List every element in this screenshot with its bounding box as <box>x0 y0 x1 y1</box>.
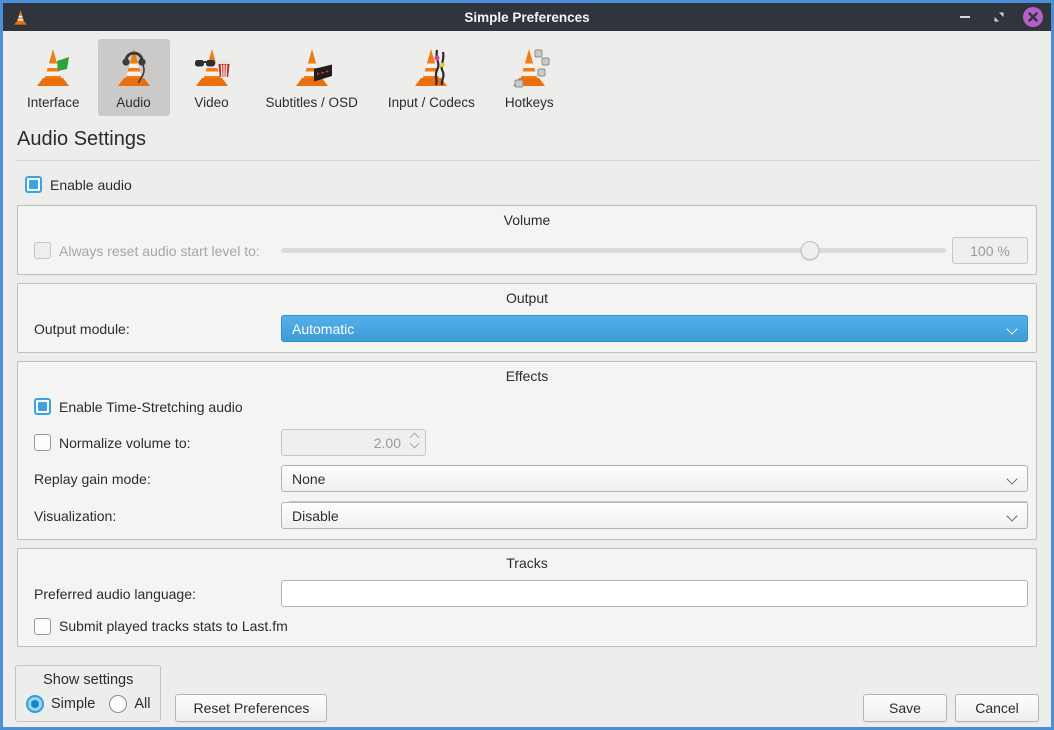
toolbar-item-interface[interactable]: Interface <box>15 39 92 116</box>
preferred-language-label: Preferred audio language: <box>34 586 196 602</box>
normalize-volume-spinbox[interactable]: 2.00 <box>281 429 426 456</box>
close-icon <box>1028 12 1038 22</box>
radio-all[interactable]: All <box>109 695 150 713</box>
chevron-down-icon <box>1006 473 1017 484</box>
volume-slider[interactable] <box>281 237 946 264</box>
output-group: Output Output module: Automatic <box>17 283 1037 353</box>
spinner-arrows-icon[interactable] <box>411 434 418 447</box>
checkbox-icon <box>34 618 51 635</box>
normalize-volume-value: 2.00 <box>374 435 401 451</box>
radio-simple[interactable]: Simple <box>26 695 95 713</box>
radio-all-label: All <box>134 696 150 712</box>
lastfm-checkbox[interactable]: Submit played tracks stats to Last.fm <box>26 618 288 635</box>
toolbar-item-label: Audio <box>116 95 151 110</box>
visualization-label: Visualization: <box>34 508 116 524</box>
normalize-volume-label: Normalize volume to: <box>59 435 191 451</box>
close-button[interactable] <box>1023 7 1043 27</box>
toolbar-item-label: Input / Codecs <box>388 95 475 110</box>
enable-audio-checkbox[interactable]: Enable audio <box>25 176 1039 193</box>
replay-gain-dropdown[interactable]: None <box>281 465 1028 492</box>
toolbar-item-label: Video <box>194 95 228 110</box>
chevron-down-icon <box>1006 323 1017 334</box>
reset-volume-checkbox[interactable]: Always reset audio start level to: <box>34 242 281 259</box>
checkbox-icon <box>34 398 51 415</box>
radio-icon <box>109 695 127 713</box>
volume-group: Volume Always reset audio start level to… <box>17 205 1037 275</box>
enable-audio-label: Enable audio <box>50 177 132 193</box>
window-title: Simple Preferences <box>3 10 1051 25</box>
output-module-dropdown[interactable]: Automatic <box>281 315 1028 342</box>
visualization-dropdown[interactable]: Disable <box>281 502 1028 529</box>
volume-level-value: 100 % <box>970 243 1010 259</box>
cancel-button[interactable]: Cancel <box>955 694 1039 722</box>
checkbox-icon <box>25 176 42 193</box>
checkbox-icon <box>34 434 51 451</box>
output-group-title: Output <box>26 287 1028 315</box>
tracks-group: Tracks Preferred audio language: Submit … <box>17 548 1037 647</box>
interface-cone-icon <box>29 44 77 92</box>
show-settings-title: Show settings <box>26 670 150 695</box>
toolbar-item-audio[interactable]: Audio <box>98 39 170 116</box>
hotkeys-cone-icon <box>505 44 553 92</box>
simple-preferences-window: Simple Preferences Interface Audio Video Su… <box>0 0 1054 730</box>
reset-volume-label: Always reset audio start level to: <box>59 243 260 259</box>
toolbar-item-hotkeys[interactable]: Hotkeys <box>493 39 566 116</box>
content-area: Interface Audio Video Subtitles / OSD Input … <box>3 31 1051 730</box>
normalize-volume-checkbox[interactable]: Normalize volume to: <box>34 434 281 451</box>
toolbar-item-input-codecs[interactable]: Input / Codecs <box>376 39 487 116</box>
toolbar-item-label: Interface <box>27 95 80 110</box>
volume-level-field[interactable]: 100 % <box>952 237 1028 264</box>
preferences-toolbar: Interface Audio Video Subtitles / OSD Input … <box>15 31 1039 118</box>
effects-group: Effects Enable Time-Stretching audio Nor… <box>17 361 1037 540</box>
radio-icon <box>26 695 44 713</box>
restore-icon <box>993 11 1005 23</box>
footer: Show settings Simple All Reset Preferenc… <box>15 655 1039 730</box>
chevron-down-icon <box>1006 510 1017 521</box>
toolbar-item-subtitles-osd[interactable]: Subtitles / OSD <box>254 39 370 116</box>
show-settings-group: Show settings Simple All <box>15 665 161 722</box>
lastfm-label: Submit played tracks stats to Last.fm <box>59 618 288 634</box>
output-module-value: Automatic <box>292 321 354 337</box>
visualization-value: Disable <box>292 508 339 524</box>
toolbar-item-label: Subtitles / OSD <box>266 95 358 110</box>
minimize-button[interactable] <box>955 7 975 27</box>
heading-divider <box>15 160 1039 161</box>
radio-simple-label: Simple <box>51 696 95 712</box>
effects-group-title: Effects <box>26 365 1028 393</box>
output-module-label: Output module: <box>34 321 130 337</box>
vlc-logo-icon <box>11 6 31 28</box>
toolbar-item-video[interactable]: Video <box>176 39 248 116</box>
subtitles-cone-icon <box>288 44 336 92</box>
preferred-language-input[interactable] <box>281 580 1028 607</box>
toolbar-item-label: Hotkeys <box>505 95 554 110</box>
volume-slider-track <box>281 248 946 253</box>
audio-cone-icon <box>110 44 158 92</box>
restore-button[interactable] <box>989 7 1009 27</box>
save-button[interactable]: Save <box>863 694 947 722</box>
page-title: Audio Settings <box>17 128 1039 151</box>
video-cone-icon <box>188 44 236 92</box>
checkbox-icon <box>34 242 51 259</box>
replay-gain-value: None <box>292 471 325 487</box>
tracks-group-title: Tracks <box>26 552 1028 580</box>
volume-slider-handle[interactable] <box>800 241 819 260</box>
replay-gain-label: Replay gain mode: <box>34 471 151 487</box>
reset-preferences-button[interactable]: Reset Preferences <box>175 694 327 722</box>
time-stretching-checkbox[interactable]: Enable Time-Stretching audio <box>26 398 243 415</box>
volume-group-title: Volume <box>26 209 1028 237</box>
codecs-cone-icon <box>407 44 455 92</box>
titlebar: Simple Preferences <box>3 3 1051 31</box>
time-stretching-label: Enable Time-Stretching audio <box>59 399 243 415</box>
